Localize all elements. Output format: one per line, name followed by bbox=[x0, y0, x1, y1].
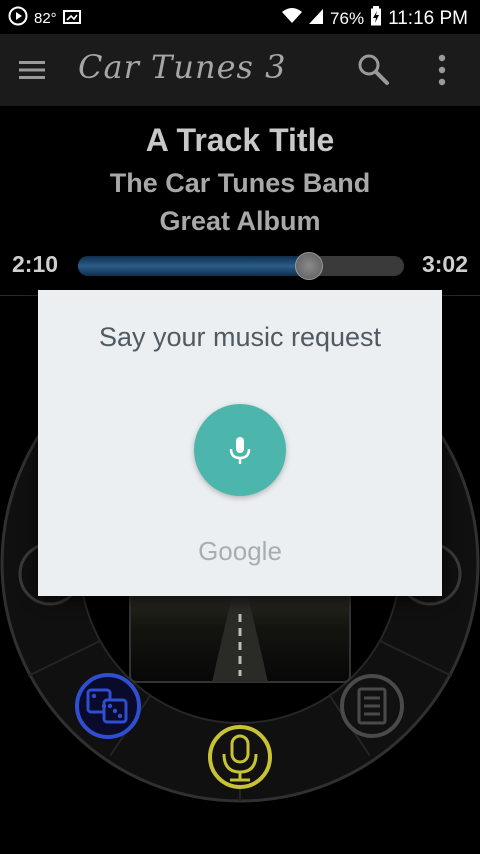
artist-name: The Car Tunes Band bbox=[109, 168, 371, 198]
dialog-prompt: Say your music request bbox=[98, 322, 382, 352]
seek-thumb[interactable] bbox=[295, 252, 324, 280]
list-icon[interactable] bbox=[340, 674, 404, 738]
mic-button[interactable] bbox=[194, 404, 286, 496]
play-circle-icon bbox=[8, 6, 28, 31]
now-playing-panel: A Track Title The Car Tunes Band Great A… bbox=[0, 106, 480, 296]
image-icon bbox=[62, 8, 81, 29]
battery-percent: 76% bbox=[330, 8, 365, 28]
album-name: Great Album bbox=[159, 206, 321, 236]
menu-icon[interactable] bbox=[18, 56, 46, 84]
album-art bbox=[129, 591, 351, 683]
battery-icon bbox=[370, 6, 382, 31]
search-icon[interactable] bbox=[356, 52, 390, 86]
elapsed-time: 2:10 bbox=[12, 251, 59, 277]
wifi-icon bbox=[282, 7, 303, 30]
track-title: A Track Title bbox=[145, 122, 335, 158]
app-title: Car Tunes 3 bbox=[78, 48, 287, 86]
total-time: 3:02 bbox=[421, 251, 468, 277]
seek-bar-progress bbox=[78, 256, 310, 276]
more-vert-icon[interactable] bbox=[428, 52, 456, 88]
seek-bar[interactable] bbox=[78, 252, 404, 280]
dice-icon[interactable] bbox=[75, 673, 141, 739]
clock: 11:16 PM bbox=[388, 7, 468, 29]
microphone-icon[interactable] bbox=[208, 725, 272, 789]
voice-search-dialog: Say your music request Google bbox=[38, 290, 442, 596]
mic-icon bbox=[229, 437, 251, 464]
status-bar: 82° 76% 11:16 PM bbox=[0, 0, 480, 34]
app-bar: Car Tunes 3 bbox=[0, 34, 480, 106]
google-logo: Google bbox=[198, 536, 282, 566]
temperature-text: 82° bbox=[34, 10, 57, 27]
signal-icon bbox=[308, 7, 324, 30]
